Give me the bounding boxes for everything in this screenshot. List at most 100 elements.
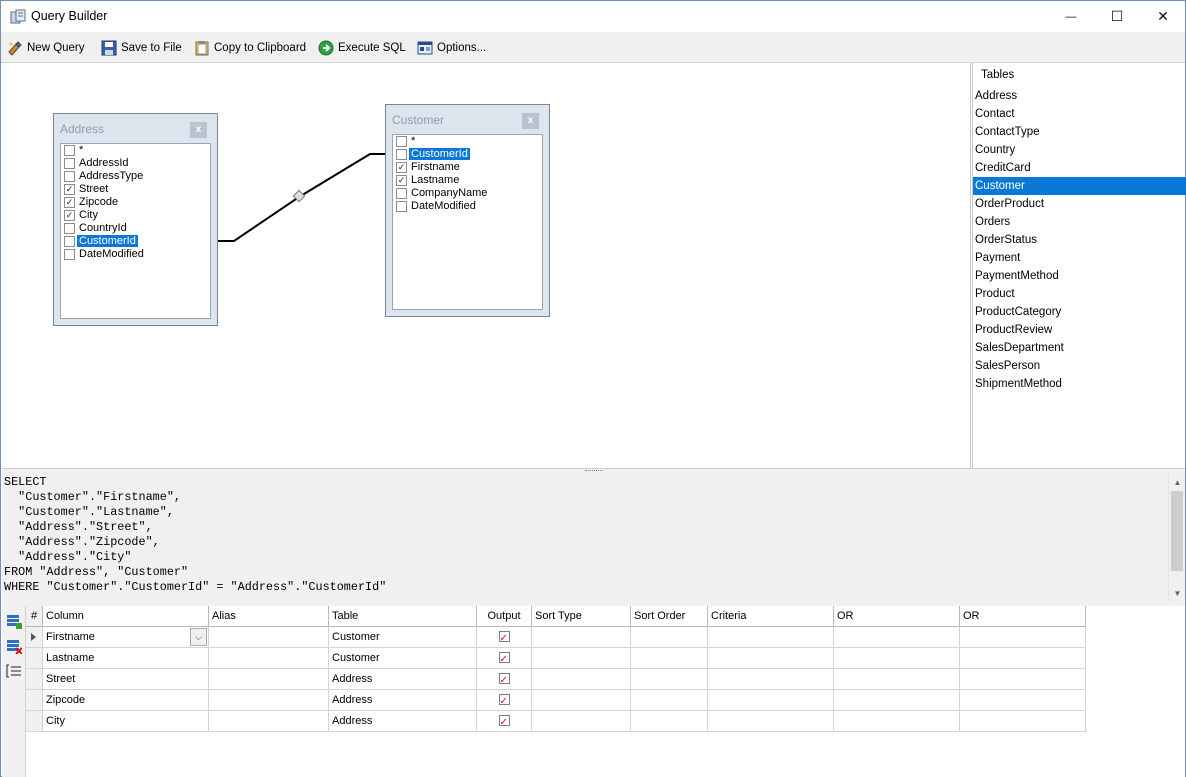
address-field-checkbox[interactable]: ✓ <box>64 197 75 208</box>
cell-or1[interactable] <box>834 690 960 711</box>
tables-list-item[interactable]: OrderProduct <box>973 195 1186 213</box>
address-field-checkbox[interactable] <box>64 158 75 169</box>
cell-output[interactable] <box>477 648 532 669</box>
maximize-button[interactable]: ☐ <box>1094 1 1140 32</box>
address-field-row[interactable]: ✓ Street <box>61 183 210 196</box>
scroll-down-icon[interactable]: ▼ <box>1169 585 1186 602</box>
tables-list-item[interactable]: ShipmentMethod <box>973 375 1186 393</box>
header-or-1[interactable]: OR <box>834 606 960 627</box>
save-to-file-button[interactable]: Save to File <box>101 37 182 59</box>
header-table[interactable]: Table <box>329 606 477 627</box>
address-field-checkbox[interactable]: ✓ <box>64 184 75 195</box>
cell-sort-type[interactable] <box>532 648 631 669</box>
cell-or2[interactable] <box>960 648 1086 669</box>
tables-list-item[interactable]: Orders <box>973 213 1186 231</box>
minimize-button[interactable]: — <box>1048 1 1094 32</box>
header-sort-order[interactable]: Sort Order <box>631 606 708 627</box>
cell-output[interactable] <box>477 690 532 711</box>
grid-row[interactable]: Firstname ⌵ Customer <box>26 627 1086 648</box>
new-query-button[interactable]: New Query <box>7 37 85 59</box>
output-checkbox[interactable] <box>498 629 510 647</box>
cell-or2[interactable] <box>960 627 1086 648</box>
cell-sort-type[interactable] <box>532 669 631 690</box>
customer-field-checkbox[interactable]: ✓ <box>396 162 407 173</box>
customer-field-checkbox[interactable] <box>396 136 407 147</box>
cell-table[interactable]: Address <box>329 690 477 711</box>
cell-table[interactable]: Customer <box>329 648 477 669</box>
scroll-up-icon[interactable]: ▲ <box>1169 474 1186 491</box>
sql-editor[interactable]: SELECT "Customer"."Firstname", "Customer… <box>2 474 1185 602</box>
tables-list-item[interactable]: PaymentMethod <box>973 267 1186 285</box>
header-criteria[interactable]: Criteria <box>708 606 834 627</box>
cell-or2[interactable] <box>960 711 1086 732</box>
customer-field-row[interactable]: CustomerId <box>393 147 542 161</box>
delete-row-icon[interactable] <box>6 638 22 654</box>
tables-list-item[interactable]: OrderStatus <box>973 231 1186 249</box>
header-alias[interactable]: Alias <box>209 606 329 627</box>
cell-alias[interactable] <box>209 669 329 690</box>
address-field-row[interactable]: AddressType <box>61 170 210 183</box>
address-field-row[interactable]: CountryId <box>61 222 210 235</box>
tables-list-item[interactable]: Customer <box>973 177 1186 195</box>
tables-list-item[interactable]: Country <box>973 141 1186 159</box>
options-button[interactable]: Options... <box>417 37 486 59</box>
execute-sql-button[interactable]: Execute SQL <box>318 37 406 59</box>
cell-or1[interactable] <box>834 648 960 669</box>
cell-alias[interactable] <box>209 711 329 732</box>
tables-list-item[interactable]: Contact <box>973 105 1186 123</box>
tables-list-item[interactable]: ContactType <box>973 123 1186 141</box>
grid-row[interactable]: Lastname Customer <box>26 648 1086 669</box>
customer-table-box[interactable]: Customer x * CustomerId ✓ Firstname ✓ Lastnam… <box>385 104 550 317</box>
customer-field-checkbox[interactable] <box>396 149 407 160</box>
cell-alias[interactable] <box>209 648 329 669</box>
cell-table[interactable]: Address <box>329 711 477 732</box>
grid-row[interactable]: Street Address <box>26 669 1086 690</box>
sql-scrollbar[interactable]: ▲ ▼ <box>1168 474 1185 602</box>
customer-field-row[interactable]: DateModified <box>393 200 542 213</box>
address-field-checkbox[interactable] <box>64 223 75 234</box>
scroll-thumb[interactable] <box>1171 491 1183 571</box>
cell-or1[interactable] <box>834 627 960 648</box>
cell-criteria[interactable] <box>708 690 834 711</box>
output-checkbox[interactable] <box>498 713 510 731</box>
customer-field-checkbox[interactable] <box>396 188 407 199</box>
address-field-row[interactable]: CustomerId <box>61 234 210 248</box>
address-field-row[interactable]: DateModified <box>61 248 210 261</box>
customer-field-row[interactable]: ✓ Lastname <box>393 174 542 187</box>
address-field-checkbox[interactable] <box>64 236 75 247</box>
cell-criteria[interactable] <box>708 669 834 690</box>
tables-list-item[interactable]: Payment <box>973 249 1186 267</box>
row-header[interactable] <box>26 648 43 669</box>
list-icon[interactable] <box>6 663 22 679</box>
header-output[interactable]: Output <box>477 606 532 627</box>
customer-field-row[interactable]: * <box>393 135 542 148</box>
sql-text[interactable]: SELECT "Customer"."Firstname", "Customer… <box>4 475 386 595</box>
tables-list-item[interactable]: SalesPerson <box>973 357 1186 375</box>
header-or-2[interactable]: OR <box>960 606 1086 627</box>
tables-list-item[interactable]: CreditCard <box>973 159 1186 177</box>
cell-sort-order[interactable] <box>631 648 708 669</box>
row-header[interactable] <box>26 669 43 690</box>
address-table-box[interactable]: Address x * AddressId AddressType ✓ Street ✓ Z… <box>53 113 218 326</box>
row-header[interactable] <box>26 711 43 732</box>
tables-list-item[interactable]: Address <box>973 87 1186 105</box>
customer-field-row[interactable]: CompanyName <box>393 187 542 200</box>
copy-to-clipboard-button[interactable]: Copy to Clipboard <box>194 37 306 59</box>
grid-row[interactable]: Zipcode Address <box>26 690 1086 711</box>
tables-list-item[interactable]: SalesDepartment <box>973 339 1186 357</box>
customer-close-button[interactable]: x <box>522 113 539 129</box>
add-row-icon[interactable] <box>6 613 22 629</box>
cell-alias[interactable] <box>209 627 329 648</box>
cell-sort-order[interactable] <box>631 669 708 690</box>
grid-row[interactable]: City Address <box>26 711 1086 732</box>
cell-column[interactable]: Zipcode <box>43 690 209 711</box>
cell-or2[interactable] <box>960 690 1086 711</box>
close-button[interactable]: ✕ <box>1140 1 1186 32</box>
cell-table[interactable]: Address <box>329 669 477 690</box>
tables-list-item[interactable]: Product <box>973 285 1186 303</box>
cell-column[interactable]: Firstname ⌵ <box>43 627 209 648</box>
cell-or1[interactable] <box>834 711 960 732</box>
cell-column[interactable]: City <box>43 711 209 732</box>
cell-column[interactable]: Lastname <box>43 648 209 669</box>
cell-sort-type[interactable] <box>532 627 631 648</box>
